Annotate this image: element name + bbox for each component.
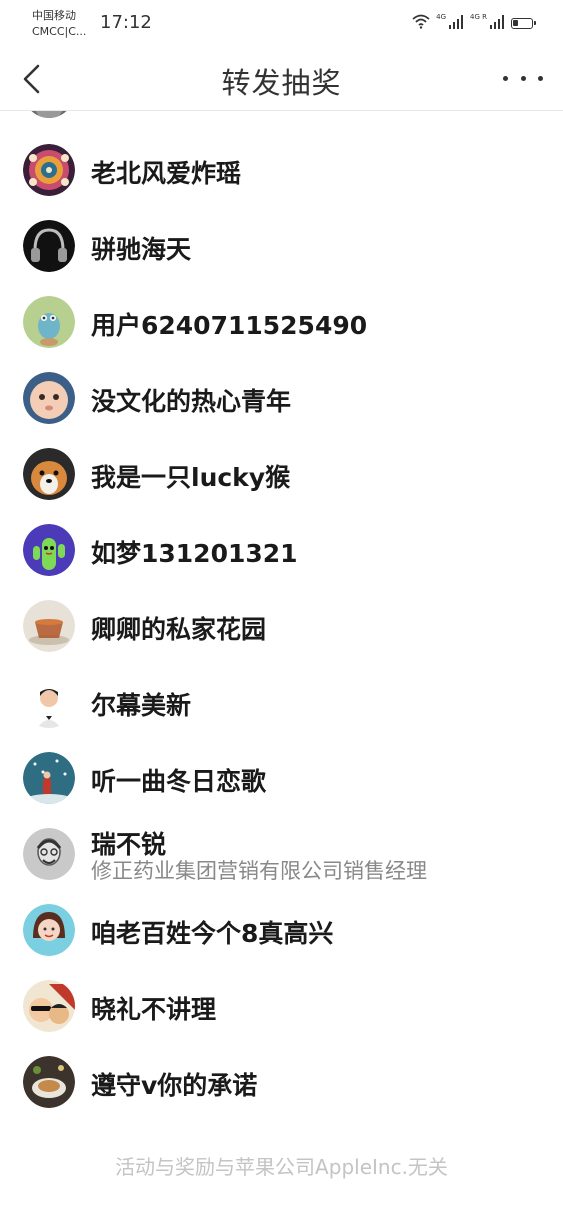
- user-list[interactable]: 老北风爱炸瑶 骈驰海天 用户6240711525490 没文化的热心青年 我是一…: [0, 110, 563, 1140]
- list-item[interactable]: 用户6240711525490: [0, 296, 563, 372]
- signal-4g-roaming-icon: [489, 14, 505, 33]
- list-item[interactable]: 晓礼不讲理: [0, 980, 563, 1056]
- list-item[interactable]: 听一曲冬日恋歌: [0, 752, 563, 828]
- user-name: 骈驰海天: [91, 235, 192, 264]
- list-item[interactable]: 我是一只lucky猴: [0, 448, 563, 524]
- carrier-name: 中国移动: [32, 9, 76, 22]
- dog-avatar: [23, 448, 75, 500]
- user-name: 遵守v你的承诺: [91, 1071, 258, 1100]
- user-name: 听一曲冬日恋歌: [91, 767, 267, 796]
- user-name: 咱老百姓今个8真高兴: [91, 919, 334, 948]
- girl-portrait-avatar: [23, 904, 75, 956]
- man-portrait-avatar: [23, 676, 75, 728]
- headphones-avatar: [23, 220, 75, 272]
- wifi-icon: [412, 13, 430, 33]
- default-bird-avatar: [23, 296, 75, 348]
- battery-level: [513, 19, 518, 26]
- user-name: 卿卿的私家花园: [91, 615, 267, 644]
- tea-cup-avatar: [23, 600, 75, 652]
- list-item[interactable]: 卿卿的私家花园: [0, 600, 563, 676]
- user-description: 修正药业集团营销有限公司销售经理: [91, 859, 427, 883]
- page-title: 转发抽奖: [221, 66, 342, 100]
- nav-bar: 转发抽奖: [0, 48, 563, 111]
- list-item[interactable]: 没文化的热心青年: [0, 372, 563, 448]
- clock: 17:12: [100, 12, 152, 33]
- carrier-info: 中国移动 CMCC|C...: [32, 8, 86, 40]
- list-item[interactable]: 骈驰海天: [0, 220, 563, 296]
- baby-avatar: [23, 372, 75, 424]
- user-name: 晓礼不讲理: [91, 995, 217, 1024]
- pattern-avatar: [23, 144, 75, 196]
- user-name: 我是一只lucky猴: [91, 463, 291, 492]
- user-name: 老北风爱炸瑶: [91, 159, 242, 188]
- cartoon-avatar: [23, 980, 75, 1032]
- list-item[interactable]: 瑞不锐 修正药业集团营销有限公司销售经理: [0, 828, 563, 904]
- user-name: 如梦131201321: [91, 539, 298, 568]
- cactus-avatar: [23, 524, 75, 576]
- disclaimer-text: 活动与奖励与苹果公司AppleInc.无关: [115, 1155, 448, 1179]
- network-type-2: 4G R: [470, 13, 487, 21]
- more-horizontal-icon: [503, 75, 508, 81]
- user-name: 用户6240711525490: [91, 311, 368, 340]
- avatar-partial: [23, 110, 75, 118]
- user-name: 没文化的热心青年: [91, 387, 292, 416]
- battery-icon: [511, 17, 536, 29]
- status-icons: 4G 4G R: [412, 13, 536, 33]
- list-item[interactable]: 老北风爱炸瑶: [0, 144, 563, 220]
- sketch-man-avatar: [23, 828, 75, 880]
- list-item[interactable]: 遵守v你的承诺: [0, 1056, 563, 1132]
- network-type-1: 4G: [436, 13, 447, 21]
- user-name: 尔幕美新: [91, 691, 192, 720]
- list-item[interactable]: 咱老百姓今个8真高兴: [0, 904, 563, 980]
- food-avatar: [23, 1056, 75, 1108]
- list-item[interactable]: 如梦131201321: [0, 524, 563, 600]
- status-bar: 中国移动 CMCC|C... 17:12 4G 4G R: [0, 0, 563, 48]
- snow-scene-avatar: [23, 752, 75, 804]
- more-button[interactable]: [503, 66, 543, 90]
- signal-4g-icon: [448, 14, 464, 33]
- list-item[interactable]: 尔幕美新: [0, 676, 563, 752]
- carrier-sub: CMCC|C...: [32, 25, 87, 38]
